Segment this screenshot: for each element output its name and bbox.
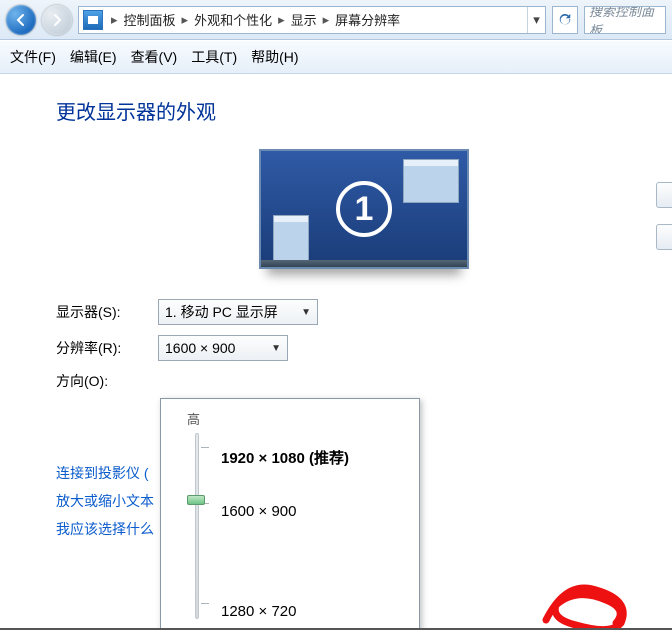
menu-edit[interactable]: 编辑(E)	[70, 47, 117, 67]
display-combo[interactable]: 1. 移动 PC 显示屏 ▼	[158, 299, 318, 325]
chevron-right-icon[interactable]: ▸	[319, 12, 334, 28]
slider-track	[195, 433, 199, 619]
resolution-option[interactable]: 1280 × 720	[221, 603, 297, 620]
control-panel-icon	[83, 10, 103, 30]
orientation-row: 方向(O):	[56, 371, 672, 391]
crumb-display[interactable]: 显示	[289, 10, 319, 29]
menu-bar: 文件(F) 编辑(E) 查看(V) 工具(T) 帮助(H)	[0, 40, 672, 74]
resolution-popup: 高 1920 × 1080 (推荐) 1600 × 900 1280 × 720	[160, 398, 420, 630]
display-value: 1. 移动 PC 显示屏	[165, 302, 278, 322]
menu-view[interactable]: 查看(V)	[131, 47, 178, 67]
page-title: 更改显示器的外观	[56, 96, 672, 125]
chevron-down-icon: ▼	[263, 343, 281, 354]
resolution-row: 分辨率(R): 1600 × 900 ▼	[56, 335, 672, 361]
refresh-button[interactable]	[552, 6, 578, 34]
breadcrumb[interactable]: ▸ 控制面板 ▸ 外观和个性化 ▸ 显示 ▸ 屏幕分辨率 ▾	[78, 6, 546, 34]
preview-taskbar	[261, 260, 467, 267]
slider-high-label: 高	[187, 409, 405, 428]
monitor-preview[interactable]: 1	[259, 149, 469, 269]
orientation-label: 方向(O):	[56, 371, 158, 391]
search-placeholder: 搜索控制面板	[589, 6, 661, 34]
crumb-appearance[interactable]: 外观和个性化	[192, 10, 274, 29]
side-button-2[interactable]	[656, 224, 672, 250]
resolution-label: 分辨率(R):	[56, 338, 158, 358]
resolution-value: 1600 × 900	[165, 340, 235, 356]
address-bar: ▸ 控制面板 ▸ 外观和个性化 ▸ 显示 ▸ 屏幕分辨率 ▾ 搜索控制面板	[0, 0, 672, 40]
slider-thumb[interactable]	[187, 495, 205, 505]
back-button[interactable]	[6, 5, 36, 35]
resolution-slider[interactable]	[187, 433, 205, 619]
preview-window-icon	[403, 159, 459, 203]
search-input[interactable]: 搜索控制面板	[584, 6, 666, 34]
resolution-option[interactable]: 1600 × 900	[221, 503, 297, 520]
menu-help[interactable]: 帮助(H)	[251, 47, 298, 67]
chevron-right-icon[interactable]: ▸	[178, 12, 193, 28]
preview-window-icon	[273, 215, 309, 261]
chevron-right-icon[interactable]: ▸	[274, 12, 289, 28]
menu-file[interactable]: 文件(F)	[10, 47, 56, 67]
slider-tick	[201, 447, 209, 448]
chevron-down-icon: ▼	[293, 307, 311, 318]
breadcrumb-dropdown[interactable]: ▾	[527, 7, 545, 33]
slider-tick	[201, 603, 209, 604]
crumb-resolution[interactable]: 屏幕分辨率	[333, 10, 402, 29]
side-button-1[interactable]	[656, 182, 672, 208]
chevron-right-icon[interactable]: ▸	[107, 12, 122, 28]
crumb-control-panel[interactable]: 控制面板	[122, 10, 178, 29]
resolution-option[interactable]: 1920 × 1080 (推荐)	[221, 447, 349, 468]
resolution-combo[interactable]: 1600 × 900 ▼	[158, 335, 288, 361]
display-row: 显示器(S): 1. 移动 PC 显示屏 ▼	[56, 299, 672, 325]
side-buttons	[656, 182, 672, 266]
display-label: 显示器(S):	[56, 302, 158, 322]
forward-button[interactable]	[42, 5, 72, 35]
monitor-number-badge: 1	[336, 181, 392, 237]
menu-tools[interactable]: 工具(T)	[191, 47, 237, 67]
annotation-scribble	[536, 575, 646, 630]
